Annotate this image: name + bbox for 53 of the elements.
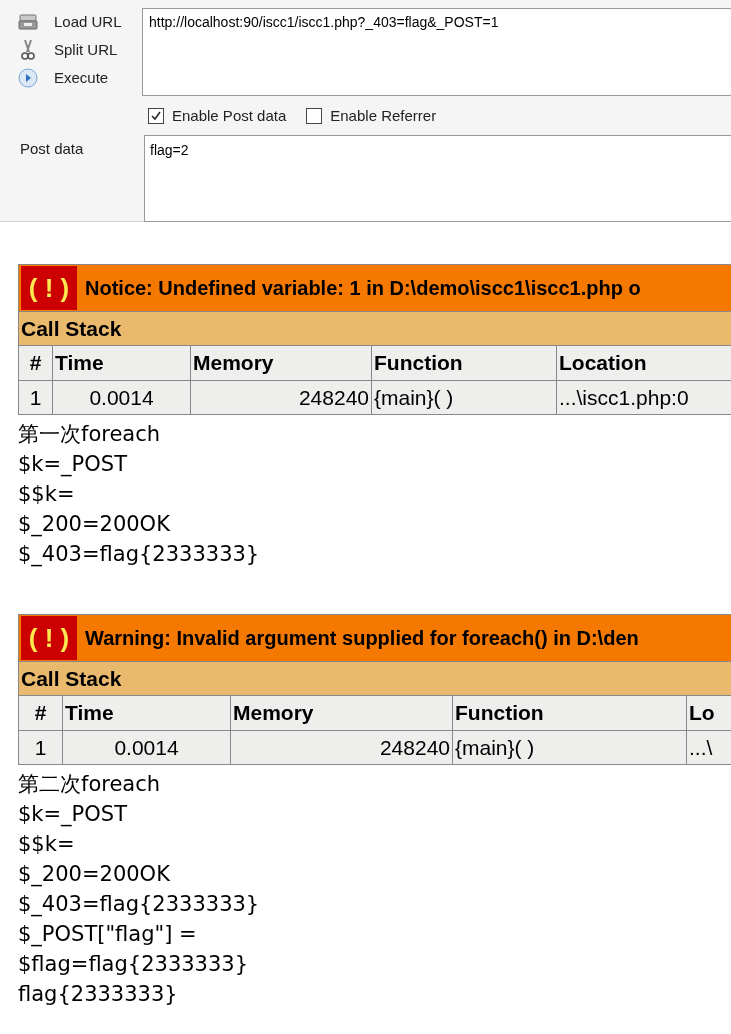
- call-stack-heading: Call Stack: [18, 661, 731, 696]
- column-header: Time: [62, 695, 231, 731]
- error-icon: ( ! ): [21, 616, 77, 660]
- error-icon: ( ! ): [21, 266, 77, 310]
- table-cell: {main}( ): [452, 730, 687, 765]
- column-header: Lo: [686, 695, 731, 731]
- column-header: Function: [452, 695, 687, 731]
- scissors-icon: [21, 39, 35, 61]
- error-message: Warning: Invalid argument supplied for foreach() in D:\den: [85, 626, 639, 651]
- column-header: Memory: [190, 345, 372, 381]
- toolbar-action-button[interactable]: Split URL: [0, 36, 142, 64]
- table-cell: 1: [18, 730, 63, 765]
- column-header: Location: [556, 345, 731, 381]
- table-cell: 248240: [190, 380, 372, 415]
- table-cell: 0.0014: [62, 730, 231, 765]
- error-message: Notice: Undefined variable: 1 in D:\demo\iscc1\iscc1.php o: [85, 276, 641, 301]
- play-circle-icon: [18, 68, 38, 88]
- table-cell: {main}( ): [371, 380, 557, 415]
- checkbox-option[interactable]: Enable Referrer: [306, 105, 437, 128]
- output-line: $_403=flag{2333333}: [18, 541, 260, 569]
- output-line: $flag=flag{2333333}: [18, 951, 249, 978]
- output-line: $_200=200OK: [18, 861, 170, 889]
- output-line: $k=_POST: [18, 801, 127, 829]
- table-cell: 1: [18, 380, 53, 415]
- post-data-label: Post data: [19, 138, 85, 159]
- output-line: 第一次foreach: [18, 421, 161, 448]
- output-line: $_200=200OK: [18, 511, 170, 539]
- url-field[interactable]: http://localhost:90/iscc1/iscc1.php?_403=flag&_POST=1: [142, 8, 731, 96]
- column-header: Time: [52, 345, 191, 381]
- table-cell: ...\iscc1.php:0: [556, 380, 731, 415]
- call-stack-heading: Call Stack: [18, 311, 731, 346]
- checkbox-option[interactable]: Enable Post data: [148, 105, 287, 128]
- toolbar-action-button[interactable]: Load URL: [0, 8, 142, 36]
- column-header: #: [18, 345, 53, 381]
- output-line: $_POST["flag"] =: [18, 921, 197, 949]
- output-line: 第二次foreach: [18, 771, 161, 798]
- checkmark-icon: [150, 110, 162, 123]
- output-line: flag{2333333}: [18, 981, 178, 1008]
- column-header: Function: [371, 345, 557, 381]
- output-line: $k=_POST: [18, 451, 127, 479]
- table-cell: 248240: [230, 730, 453, 765]
- checkbox[interactable]: [148, 108, 164, 125]
- table-cell: 0.0014: [52, 380, 191, 415]
- output-line: $$k=: [18, 831, 75, 858]
- disk-drive-icon: [18, 14, 38, 30]
- table-cell: ...\: [686, 730, 731, 765]
- output-line: $_403=flag{2333333}: [18, 891, 260, 919]
- column-header: #: [18, 695, 63, 731]
- output-line: $$k=: [18, 481, 75, 508]
- post-data-field[interactable]: flag=2: [144, 134, 731, 222]
- checkbox[interactable]: [306, 108, 323, 125]
- column-header: Memory: [230, 695, 453, 731]
- toolbar-action-button[interactable]: Execute: [0, 64, 142, 92]
